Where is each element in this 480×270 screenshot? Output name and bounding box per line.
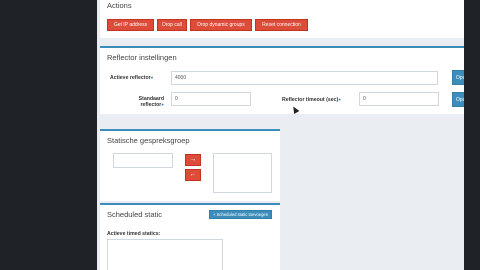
active-timed-statics-label: Actieve timed statics: <box>107 231 161 237</box>
active-reflector-label: Actieve reflector● <box>110 75 153 81</box>
main-content: Actions Get IP address Drop call Drop dy… <box>97 0 464 270</box>
remove-arrow-button[interactable]: ← <box>185 169 201 181</box>
get-ip-address-button[interactable]: Get IP address <box>107 19 154 31</box>
drop-dynamic-groups-button[interactable]: Drop dynamic groups <box>190 19 252 31</box>
scheduled-static-panel: Scheduled static + Scheduled static toev… <box>100 203 280 270</box>
static-group-title: Statische gespreksgroep <box>107 136 190 145</box>
scheduled-static-title: Scheduled static <box>107 210 163 219</box>
info-icon: ● <box>161 102 164 107</box>
active-timed-statics-list[interactable] <box>107 239 223 270</box>
info-icon: ● <box>150 75 154 80</box>
info-icon: ● <box>338 97 341 102</box>
sidebar <box>0 0 97 270</box>
arrow-left-icon: ← <box>189 171 197 178</box>
add-arrow-button[interactable]: → <box>185 154 201 166</box>
static-group-listbox[interactable] <box>213 153 272 193</box>
screen: Actions Get IP address Drop call Drop dy… <box>0 0 480 270</box>
reflector-title: Reflector instellingen <box>107 53 177 62</box>
save-reflector-timeout-button[interactable]: Opsl <box>452 92 464 107</box>
default-reflector-label-line2: reflector <box>140 102 162 108</box>
reflector-timeout-label-text: Reflector timeout (sec) <box>282 97 339 103</box>
right-edge <box>464 0 480 270</box>
drop-call-button[interactable]: Drop call <box>157 19 187 31</box>
default-reflector-input[interactable]: 0 <box>171 92 251 106</box>
reset-connection-button[interactable]: Reset connection <box>255 19 308 31</box>
reflector-timeout-label: Reflector timeout (sec)● <box>282 97 341 103</box>
static-group-input[interactable] <box>113 153 173 168</box>
static-group-panel: Statische gespreksgroep → ← <box>100 129 280 201</box>
arrow-right-icon: → <box>189 156 197 163</box>
save-active-reflector-button[interactable]: Opsl <box>452 70 464 85</box>
default-reflector-label: Standaard reflector● <box>130 96 164 108</box>
active-reflector-input[interactable]: 4000 <box>171 71 438 85</box>
active-reflector-label-text: Actieve reflector <box>110 75 151 81</box>
add-scheduled-static-button[interactable]: + Scheduled static toevoegen <box>209 210 273 219</box>
actions-title: Actions <box>107 1 132 10</box>
actions-panel: Actions Get IP address Drop call Drop dy… <box>100 0 464 38</box>
reflector-panel: Reflector instellingen Actieve reflector… <box>100 46 464 114</box>
reflector-timeout-input[interactable]: 0 <box>359 92 439 106</box>
